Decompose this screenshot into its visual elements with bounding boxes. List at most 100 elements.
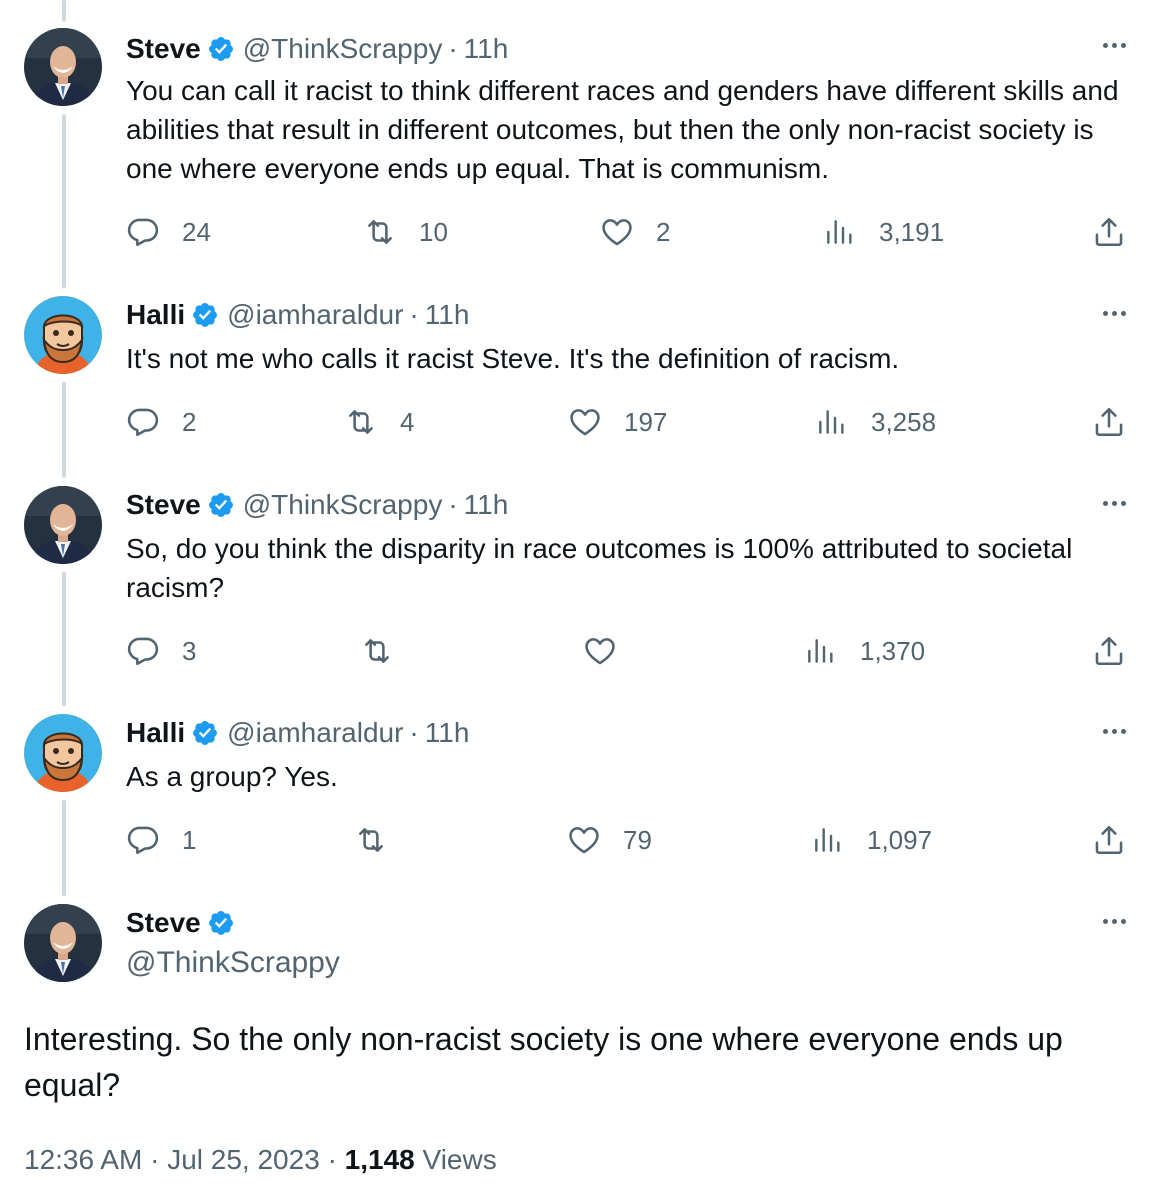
views-button[interactable]: 1,097 (811, 822, 932, 858)
views-count: 1,370 (860, 635, 926, 666)
reply-button[interactable]: 2 (126, 404, 196, 440)
verified-badge-icon (191, 301, 219, 329)
views-count: 3,258 (871, 406, 937, 437)
separator: · (150, 1144, 160, 1175)
like-button[interactable]: 79 (567, 822, 652, 858)
author-handle[interactable]: @ThinkScrappy (126, 946, 340, 980)
tweet-header: Steve @ThinkScrappy · 11h (126, 30, 508, 68)
tweet-time[interactable]: 11h (464, 489, 509, 521)
views-icon (823, 216, 855, 248)
like-icon (568, 405, 602, 439)
halli-cartoon-avatar[interactable] (24, 714, 102, 792)
reply-icon (126, 634, 160, 668)
views-count: 1,148 (344, 1144, 415, 1175)
retweet-count: 10 (419, 216, 448, 247)
author-name[interactable]: Halli (126, 299, 185, 331)
share-icon (1092, 215, 1126, 249)
like-icon (600, 215, 634, 249)
share-button[interactable] (1092, 633, 1126, 669)
retweet-button[interactable]: 4 (344, 404, 414, 440)
author-handle[interactable]: @iamharaldur (227, 717, 403, 749)
retweet-count: 4 (400, 406, 415, 437)
tweet-text: So, do you think the disparity in race o… (126, 533, 1073, 603)
author-handle[interactable]: @ThinkScrappy (243, 489, 443, 521)
author-name[interactable]: Steve (126, 489, 201, 521)
retweet-icon (344, 405, 378, 439)
tweet-header: Halli @iamharaldur · 11h (126, 714, 469, 752)
share-icon (1092, 405, 1126, 439)
verified-badge-icon (207, 909, 235, 937)
tweet-text: You can call it racist to think differen… (126, 75, 1119, 184)
action-bar: 1 79 1,097 (126, 822, 1126, 858)
tweet-time[interactable]: 11h (425, 717, 470, 749)
views-count: 3,191 (879, 216, 945, 247)
author-handle[interactable]: @iamharaldur (227, 299, 403, 331)
action-bar: 24 10 2 3,191 (126, 214, 1126, 250)
main-tweet-header: Steve @ThinkScrappy (126, 904, 340, 980)
retweet-button[interactable]: 10 (363, 214, 448, 250)
reply-count: 1 (182, 824, 197, 855)
tweet-text: As a group? Yes. (126, 761, 338, 792)
views-count: 1,097 (867, 824, 933, 855)
like-count: 197 (624, 406, 668, 437)
like-count: 79 (623, 824, 652, 855)
share-icon (1092, 634, 1126, 668)
tweet-text: It's not me who calls it racist Steve. I… (126, 343, 900, 374)
reply-tweet-2[interactable]: Halli @iamharaldur · 11h It's not me who… (0, 296, 1159, 456)
views-button[interactable]: 3,258 (815, 404, 936, 440)
reply-icon (126, 405, 160, 439)
more-options-icon[interactable] (1097, 298, 1131, 328)
reply-tweet-1[interactable]: Steve @ThinkScrappy · 11h You can call i… (0, 28, 1159, 258)
like-icon (567, 823, 601, 857)
tweet-meta: 12:36 AM · Jul 25, 2023 · 1,148 Views (24, 1144, 497, 1176)
author-name[interactable]: Steve (126, 33, 201, 65)
more-options-icon[interactable] (1097, 906, 1131, 936)
reply-count: 24 (182, 216, 211, 247)
views-button[interactable]: 1,370 (804, 633, 925, 669)
tweet-time[interactable]: 11h (464, 33, 509, 65)
retweet-icon (354, 823, 388, 857)
views-label: Views (422, 1144, 497, 1175)
views-icon (815, 406, 847, 438)
like-button[interactable]: 197 (568, 404, 667, 440)
reply-icon (126, 823, 160, 857)
like-icon (583, 634, 617, 668)
reply-button[interactable]: 3 (126, 633, 196, 669)
like-button[interactable]: 2 (600, 214, 670, 250)
retweet-button[interactable] (360, 633, 416, 669)
more-options-icon[interactable] (1097, 488, 1131, 518)
like-button[interactable] (583, 633, 639, 669)
verified-badge-icon (207, 491, 235, 519)
share-button[interactable] (1092, 214, 1126, 250)
reply-tweet-3[interactable]: Steve @ThinkScrappy · 11h So, do you thi… (0, 486, 1159, 686)
author-name[interactable]: Steve (126, 907, 201, 939)
action-bar: 2 4 197 3,258 (126, 404, 1126, 440)
separator: · (448, 33, 458, 64)
author-handle[interactable]: @ThinkScrappy (243, 33, 443, 65)
tweet-time[interactable]: 11h (425, 299, 470, 331)
retweet-icon (363, 215, 397, 249)
more-options-icon[interactable] (1097, 30, 1131, 60)
verified-badge-icon (207, 35, 235, 63)
main-tweet: Steve @ThinkScrappy Interesting. So the … (0, 904, 1159, 1194)
retweet-button[interactable] (354, 822, 410, 858)
steve-avatar[interactable] (24, 486, 102, 564)
reply-button[interactable]: 1 (126, 822, 196, 858)
author-name[interactable]: Halli (126, 717, 185, 749)
separator: · (409, 299, 419, 330)
tweet-time[interactable]: 12:36 AM (24, 1144, 142, 1175)
more-options-icon[interactable] (1097, 716, 1131, 746)
share-button[interactable] (1092, 822, 1126, 858)
thread-line-top (62, 0, 66, 22)
separator: · (409, 717, 419, 748)
tweet-date[interactable]: Jul 25, 2023 (167, 1144, 320, 1175)
tweet-header: Halli @iamharaldur · 11h (126, 296, 469, 334)
steve-avatar[interactable] (24, 904, 102, 982)
steve-avatar[interactable] (24, 28, 102, 106)
halli-cartoon-avatar[interactable] (24, 296, 102, 374)
reply-button[interactable]: 24 (126, 214, 211, 250)
views-button[interactable]: 3,191 (823, 214, 944, 250)
views-icon (804, 635, 836, 667)
share-button[interactable] (1092, 404, 1126, 440)
reply-tweet-4[interactable]: Halli @iamharaldur · 11h As a group? Yes… (0, 714, 1159, 874)
